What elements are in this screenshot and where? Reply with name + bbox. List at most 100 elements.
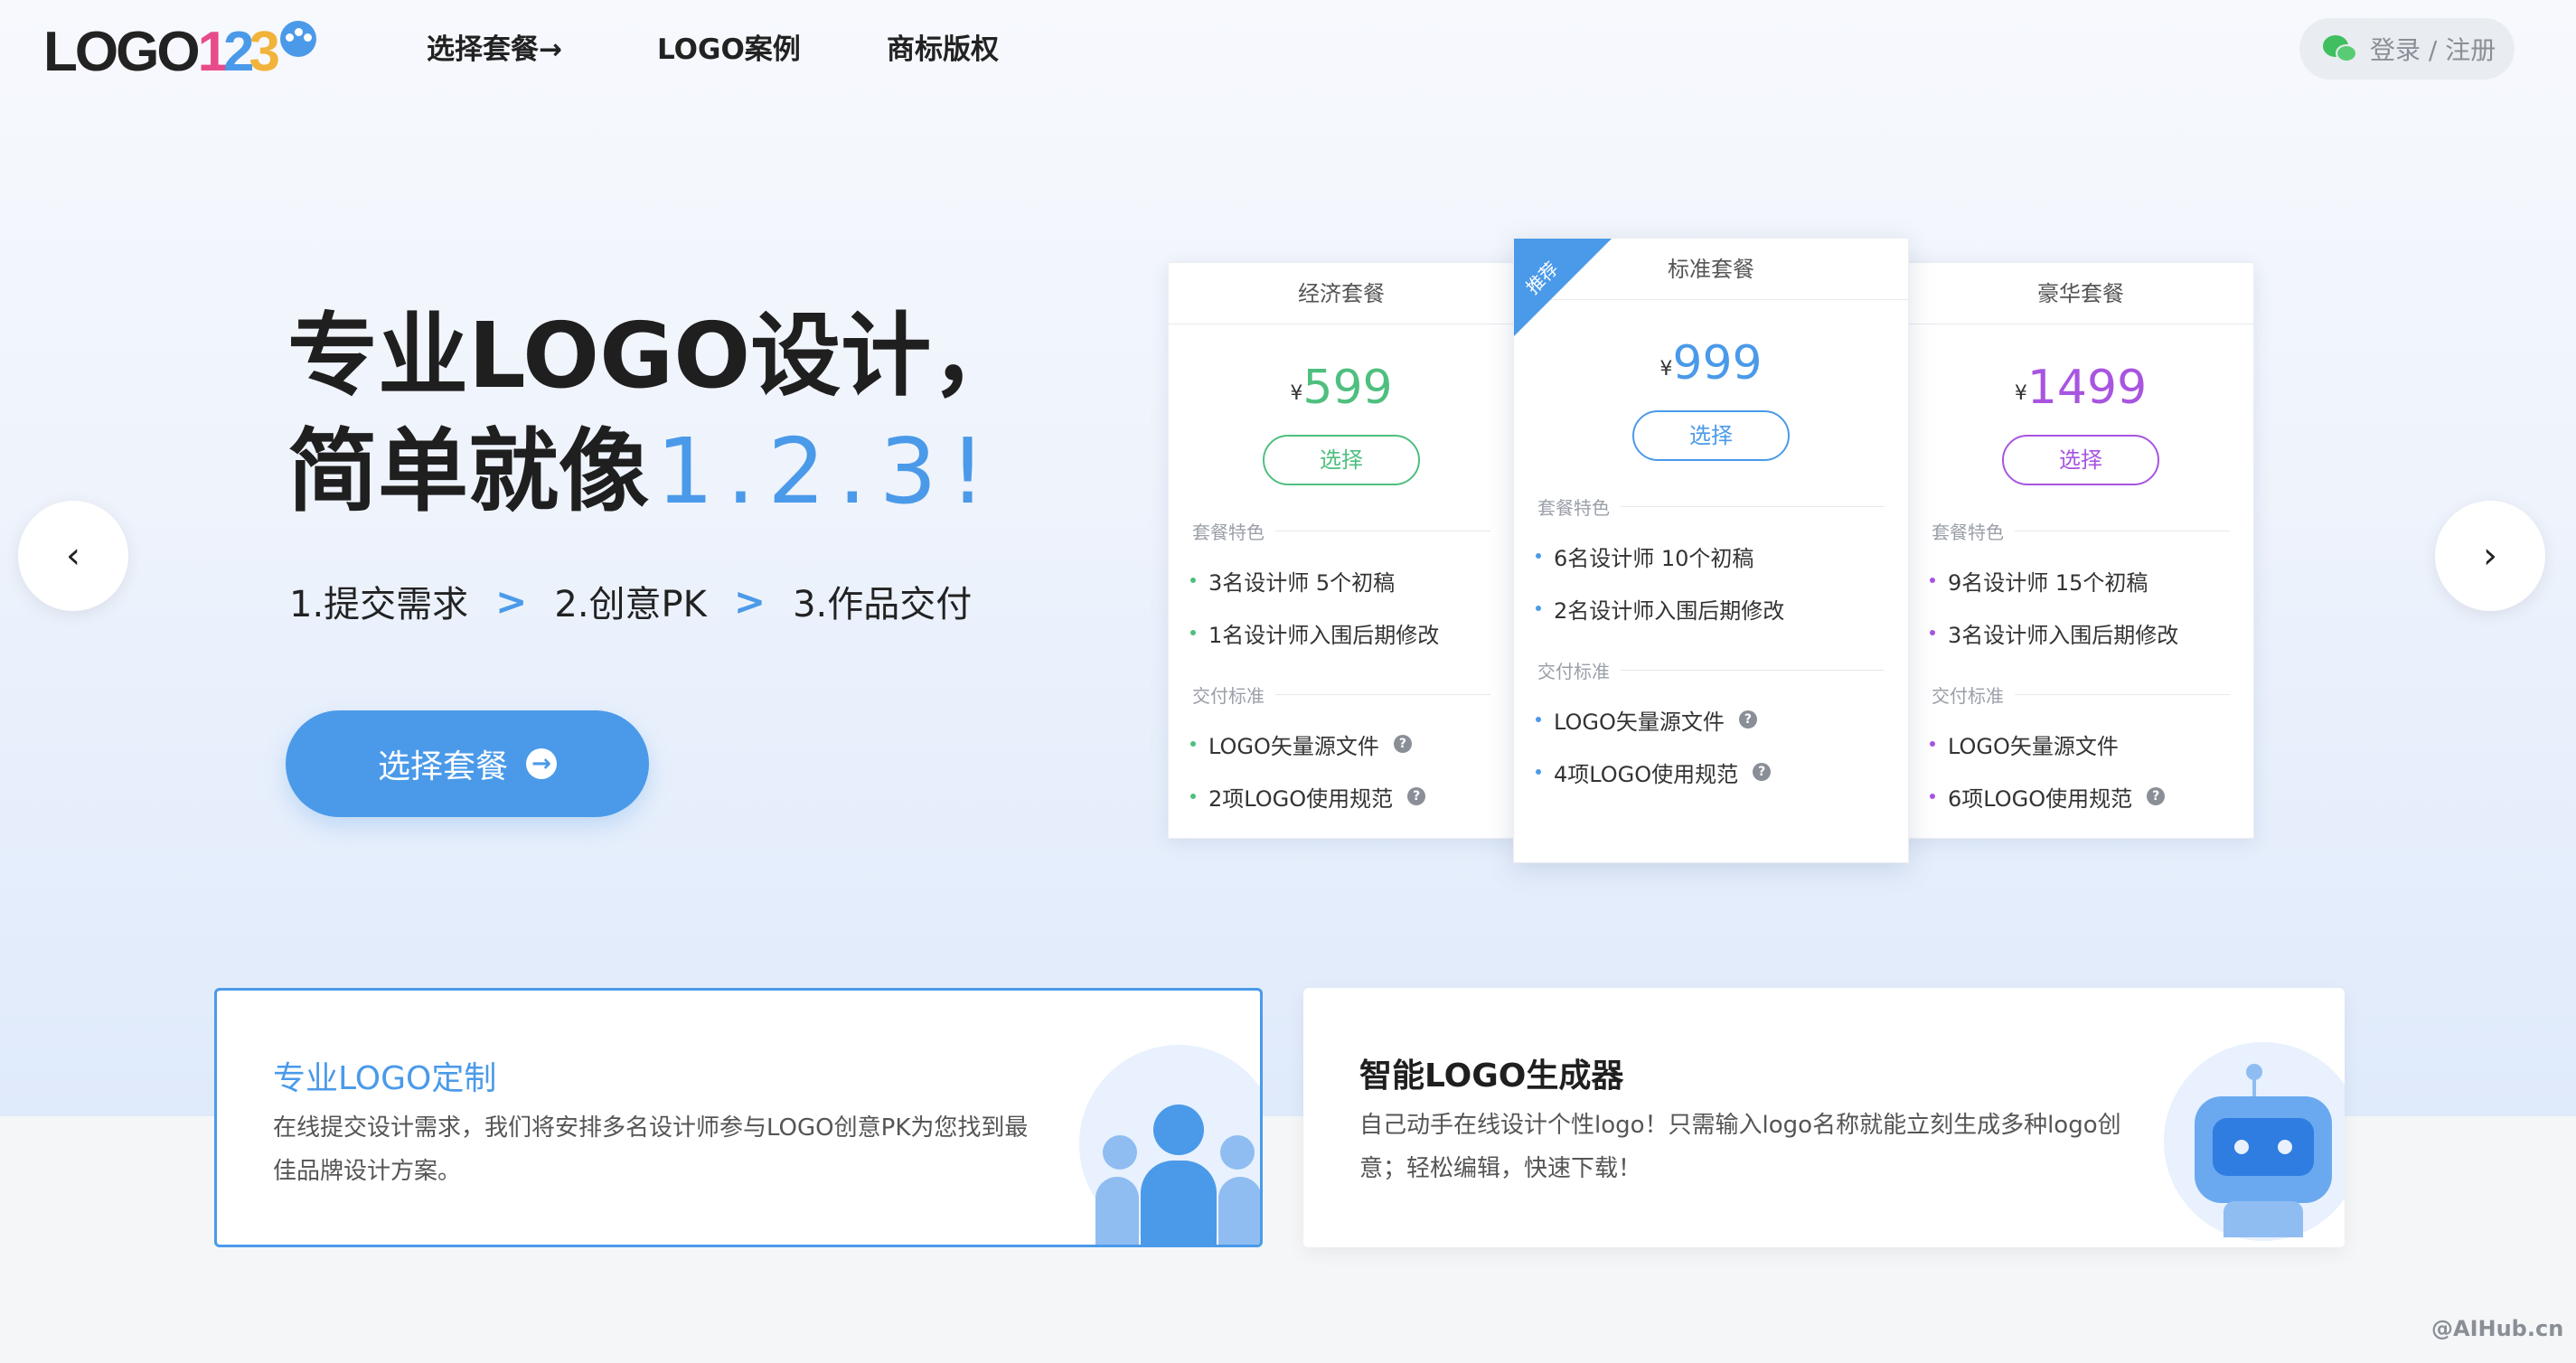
plan-feature: 9名设计师 15个初稿	[1930, 564, 2253, 597]
hero-title-line2-text: 简单就像	[287, 418, 649, 524]
plan-delivery-text: 4项LOGO使用规范	[1554, 761, 1739, 787]
bullet-dot	[1536, 769, 1541, 775]
help-icon[interactable]: ?	[1407, 787, 1426, 805]
service-description: 在线提交设计需求，我们将安排多名设计师参与LOGO创意PK为您找到最佳品牌设计方…	[273, 1114, 1029, 1185]
plan-card-luxury: 豪华套餐 ¥1499 选择 套餐特色 9名设计师 15个初稿 3名设计师入围后期…	[1907, 262, 2254, 839]
logo-number-3: 3	[249, 21, 281, 83]
chevron-right-icon: ›	[2483, 535, 2497, 577]
nav-trademark[interactable]: 商标版权	[887, 27, 1067, 72]
step-1: 1.提交需求	[289, 584, 469, 625]
features-heading: 套餐特色	[1537, 494, 1885, 520]
plan-feature-text: 3名设计师 5个初稿	[1208, 569, 1396, 596]
hero-title: 专业LOGO设计， 简单就像1.2.3!	[287, 298, 1021, 530]
bullet-dot	[1190, 630, 1196, 635]
plan-feature-text: 6名设计师 10个初稿	[1554, 545, 1754, 571]
service-title: 智能LOGO生成器	[1359, 1058, 1624, 1095]
plan-delivery-text: LOGO矢量源文件	[1948, 733, 2119, 759]
bullet-dot	[1930, 578, 1935, 583]
arrow-right-circle-icon: →	[526, 748, 557, 779]
bullet-dot	[1536, 606, 1541, 611]
plan-price: ¥999	[1514, 336, 1908, 390]
help-icon[interactable]: ?	[2147, 787, 2166, 805]
plan-feature: 6名设计师 10个初稿	[1536, 540, 1908, 572]
plan-select-button[interactable]: 选择	[1632, 410, 1790, 461]
login-register-button[interactable]: 登录 / 注册	[2299, 18, 2515, 80]
chevron-right-icon: >	[733, 578, 766, 624]
service-description: 自己动手在线设计个性logo！只需输入logo名称就能立刻生成多种logo创意；…	[1359, 1112, 2121, 1182]
plan-delivery: LOGO矢量源文件?	[1190, 728, 1514, 760]
plan-price-value: 1499	[2026, 361, 2148, 415]
delivery-heading: 交付标准	[1192, 682, 1490, 708]
plan-name: 经济套餐	[1169, 263, 1514, 324]
plan-delivery: 2项LOGO使用规范?	[1190, 780, 1514, 813]
chevron-right-icon: >	[495, 578, 528, 624]
plan-delivery-text: 2项LOGO使用规范	[1208, 785, 1394, 812]
plan-feature: 2名设计师入围后期修改	[1536, 592, 1908, 625]
plan-delivery-text: LOGO矢量源文件	[1208, 733, 1379, 759]
step-2: 2.创意PK	[554, 584, 707, 625]
help-icon[interactable]: ?	[1738, 710, 1757, 728]
plan-price: ¥1499	[1908, 361, 2253, 415]
carousel-prev-button[interactable]: ‹	[18, 501, 128, 611]
bullet-dot	[1930, 741, 1935, 747]
plan-card-standard: 推荐 标准套餐 ¥999 选择 套餐特色 6名设计师 10个初稿 2名设计师入围…	[1513, 238, 1909, 863]
select-package-label: 选择套餐	[377, 748, 508, 785]
nav-logo-cases[interactable]: LOGO案例	[657, 27, 887, 72]
plan-card-economy: 经济套餐 ¥599 选择 套餐特色 3名设计师 5个初稿 1名设计师入围后期修改…	[1168, 262, 1515, 839]
bullet-dot	[1190, 578, 1196, 583]
bullet-dot	[1930, 794, 1935, 799]
plan-price-value: 599	[1302, 361, 1393, 415]
step-3: 3.作品交付	[793, 584, 973, 625]
plan-name: 豪华套餐	[1908, 263, 2253, 324]
hero-title-line2: 简单就像1.2.3!	[287, 414, 1021, 530]
plan-delivery-text: LOGO矢量源文件	[1554, 709, 1725, 735]
plan-delivery: 4项LOGO使用规范?	[1536, 756, 1908, 788]
nav-select-package[interactable]: 选择套餐→	[427, 27, 657, 72]
service-card-logo-generator[interactable]: 智能LOGO生成器 自己动手在线设计个性logo！只需输入logo名称就能立刻生…	[1303, 988, 2345, 1247]
plan-select-button[interactable]: 选择	[1263, 435, 1420, 485]
bullet-dot	[1190, 794, 1196, 799]
service-card-custom-logo[interactable]: 专业LOGO定制 在线提交设计需求，我们将安排多名设计师参与LOGO创意PK为您…	[214, 988, 1263, 1247]
delivery-heading: 交付标准	[1537, 657, 1885, 683]
plan-delivery-text: 6项LOGO使用规范	[1948, 785, 2133, 812]
hero-title-line1: 专业LOGO设计，	[287, 303, 1022, 409]
plan-select-button[interactable]: 选择	[2002, 435, 2159, 485]
plan-feature-text: 3名设计师入围后期修改	[1948, 622, 2179, 648]
hero-title-highlight: 1.2.3!	[656, 418, 999, 524]
currency-symbol: ¥	[1659, 358, 1673, 381]
robot-icon	[2155, 1042, 2345, 1247]
bullet-dot	[1536, 553, 1541, 559]
process-steps: 1.提交需求 > 2.创意PK > 3.作品交付	[289, 575, 972, 627]
login-register-label: 登录 / 注册	[2370, 35, 2496, 65]
help-icon[interactable]: ?	[1753, 763, 1772, 781]
select-package-button[interactable]: 选择套餐 →	[286, 710, 649, 817]
logo-numbers: 123	[197, 21, 281, 83]
site-logo[interactable]: LOGO 123	[43, 16, 317, 89]
plan-price: ¥599	[1169, 361, 1514, 415]
bullet-dot	[1190, 741, 1196, 747]
help-icon[interactable]: ?	[1393, 735, 1412, 753]
logo-wordmark: LOGO	[43, 21, 201, 83]
logo-people-icon	[280, 21, 317, 57]
logo-number-1: 1	[197, 21, 230, 83]
plan-feature: 1名设计师入围后期修改	[1190, 616, 1514, 649]
features-heading: 套餐特色	[1192, 518, 1490, 544]
logo-number-2: 2	[223, 21, 255, 83]
main-nav: 选择套餐→ LOGO案例 商标版权	[427, 27, 1067, 72]
carousel-next-button[interactable]: ›	[2435, 501, 2545, 611]
designers-group-icon	[1070, 1045, 1260, 1245]
currency-symbol: ¥	[2014, 382, 2027, 405]
bullet-dot	[1536, 717, 1541, 722]
plan-feature: 3名设计师 5个初稿	[1190, 564, 1514, 597]
plan-price-value: 999	[1672, 336, 1763, 390]
plan-delivery: 6项LOGO使用规范?	[1930, 780, 2253, 813]
plan-feature-text: 9名设计师 15个初稿	[1948, 569, 2148, 596]
currency-symbol: ¥	[1290, 382, 1303, 405]
watermark: @AIHub.cn	[2431, 1316, 2564, 1341]
service-title: 专业LOGO定制	[273, 1060, 497, 1097]
delivery-heading: 交付标准	[1932, 682, 2230, 708]
plan-feature-text: 2名设计师入围后期修改	[1554, 597, 1785, 624]
plan-feature-text: 1名设计师入围后期修改	[1208, 622, 1440, 648]
bullet-dot	[1930, 630, 1935, 635]
chevron-left-icon: ‹	[66, 535, 80, 577]
